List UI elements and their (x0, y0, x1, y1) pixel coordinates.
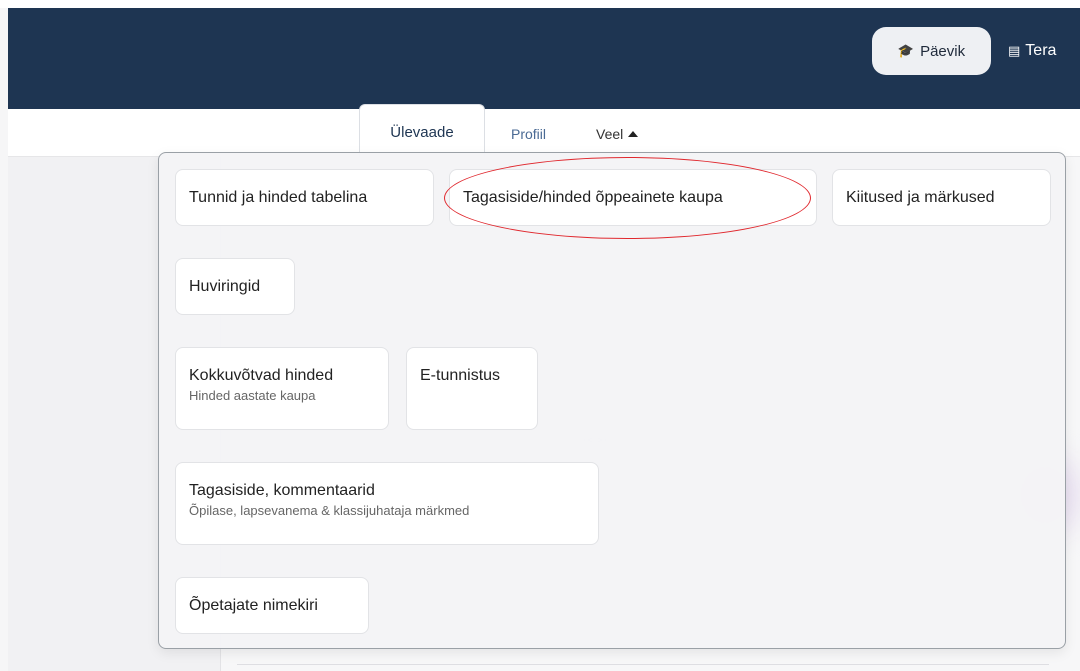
tab-overview-label: Ülevaade (390, 123, 454, 141)
graduation-cap-icon: 🎓 (897, 43, 915, 58)
tab-profile-label: Profiil (511, 126, 547, 142)
menu-item-label: Tagasiside/hinded õppeainete kaupa (463, 188, 723, 206)
menu-item-hobby-groups[interactable]: Huviringid (175, 258, 295, 315)
menu-item-feedback-by-subject[interactable]: Tagasiside/hinded õppeainete kaupa (449, 169, 817, 226)
book-icon: ▤ (1008, 43, 1021, 58)
menu-item-sublabel: Hinded aastate kaupa (189, 388, 316, 403)
nav-diary-button[interactable]: 🎓 Päevik (872, 27, 991, 75)
menu-item-lessons-table[interactable]: Tunnid ja hinded tabelina (175, 169, 434, 226)
menu-item-label: Huviringid (189, 277, 261, 295)
menu-item-label: Kiitused ja märkused (846, 188, 995, 206)
menu-item-e-certificate[interactable]: E-tunnistus (406, 347, 538, 430)
menu-item-label: Õpetajate nimekiri (189, 596, 318, 614)
divider-line (237, 664, 1049, 665)
caret-up-icon (628, 130, 639, 137)
menu-item-praise-remarks[interactable]: Kiitused ja märkused (832, 169, 1051, 226)
menu-item-summary-grades[interactable]: Kokkuvõtvad hinded Hinded aastate kaupa (175, 347, 389, 430)
tab-more-label: Veel (596, 126, 624, 142)
menu-item-sublabel: Õpilase, lapsevanema & klassijuhataja mä… (189, 503, 470, 518)
nav-tera-link[interactable]: ▤ Tera (1008, 27, 1056, 75)
menu-item-teachers-list[interactable]: Õpetajate nimekiri (175, 577, 369, 634)
tab-more[interactable]: Veel (596, 119, 639, 149)
menu-item-label: Tunnid ja hinded tabelina (189, 188, 368, 206)
nav-tera-label: Tera (1025, 42, 1057, 59)
more-dropdown-menu: Tunnid ja hinded tabelina Tagasiside/hin… (158, 152, 1066, 649)
menu-item-label: Tagasiside, kommentaarid (189, 482, 375, 499)
menu-item-feedback-comments[interactable]: Tagasiside, kommentaarid Õpilase, lapsev… (175, 462, 599, 545)
nav-diary-label: Päevik (920, 42, 966, 60)
tab-overview[interactable]: Ülevaade (359, 104, 485, 157)
top-strip (0, 0, 1080, 8)
menu-item-label: E-tunnistus (420, 367, 501, 384)
tab-profile[interactable]: Profiil (511, 119, 546, 149)
menu-item-label: Kokkuvõtvad hinded (189, 367, 334, 384)
